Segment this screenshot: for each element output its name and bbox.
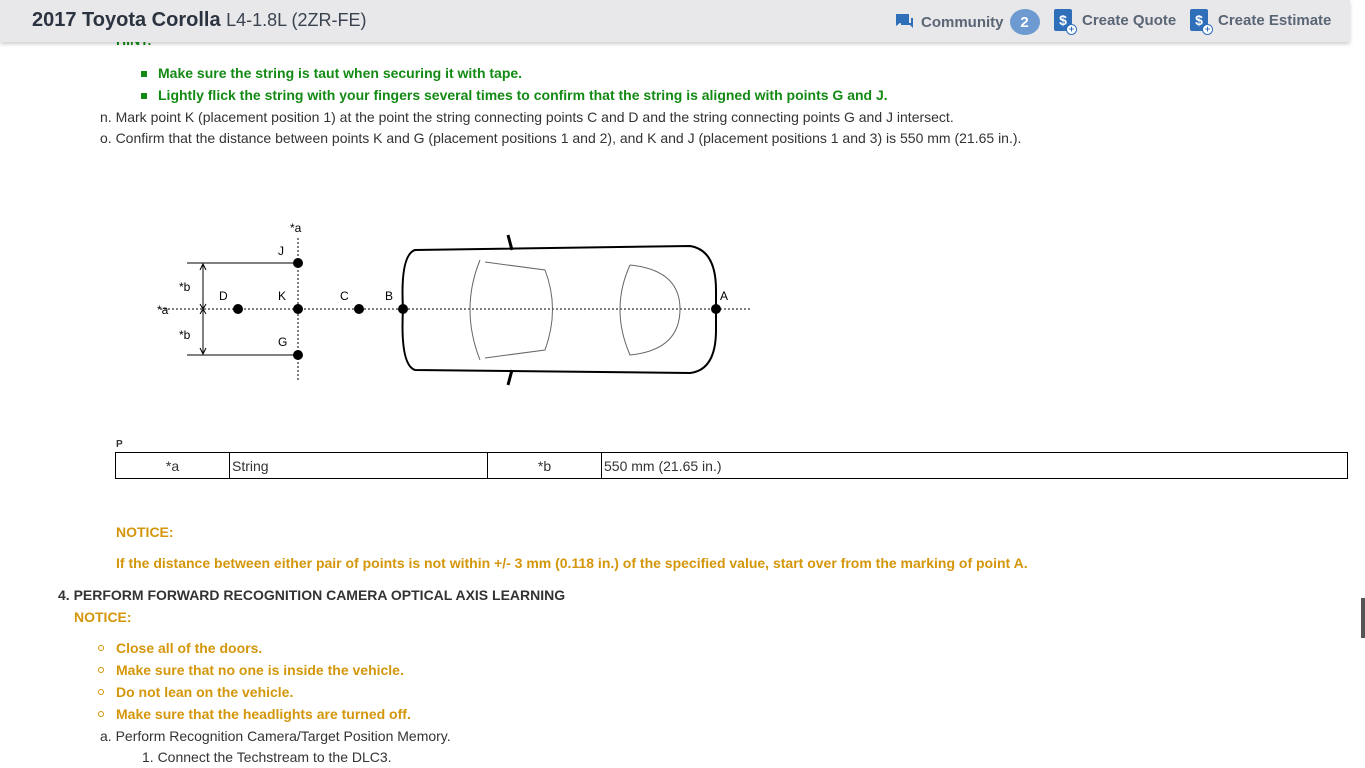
scrollbar-thumb[interactable] <box>1361 598 1365 638</box>
notice-item: Do not lean on the vehicle. <box>116 684 294 700</box>
hint-item: Make sure the string is taut when securi… <box>158 65 523 81</box>
create-estimate-button[interactable]: $ + Create Estimate <box>1190 9 1332 35</box>
page-title: 2017 Toyota Corolla L4-1.8L (2ZR-FE) <box>32 9 367 32</box>
table-cell: 550 mm (21.65 in.) <box>601 452 1348 479</box>
diagram-marker: P <box>116 439 123 450</box>
engine-subtitle: L4-1.8L (2ZR-FE) <box>226 10 367 30</box>
table-cell: *b <box>487 452 602 479</box>
notice-label: NOTICE: <box>116 524 174 540</box>
step-1: 1. Connect the Techstream to the DLC3. <box>142 749 392 765</box>
section-4-title: 4. PERFORM FORWARD RECOGNITION CAMERA OP… <box>58 587 566 603</box>
bullet-icon <box>98 645 104 651</box>
chat-icon <box>896 14 913 28</box>
section-4-notice-label: NOTICE: <box>74 609 132 625</box>
community-button[interactable]: Community 2 <box>895 9 1040 35</box>
label-b-bottom: *b <box>179 328 191 342</box>
hint-item: Lightly flick the string with your finge… <box>158 87 888 103</box>
notice-text: If the distance between either pair of p… <box>116 555 1028 571</box>
bullet-icon <box>141 93 147 99</box>
bullet-icon <box>141 71 147 77</box>
step-n: n. Mark point K (placement position 1) a… <box>100 109 954 125</box>
create-quote-label: Create Quote <box>1082 11 1177 29</box>
vehicle-outline <box>401 234 717 386</box>
community-count-badge: 2 <box>1009 9 1040 35</box>
label-j: J <box>278 244 284 258</box>
quote-document-icon: $ + <box>1054 9 1077 35</box>
notice-item: Make sure that no one is inside the vehi… <box>116 662 404 678</box>
label-b: B <box>385 289 393 303</box>
community-label: Community <box>921 13 1004 31</box>
label-g: G <box>278 335 287 349</box>
string-placement-diagram: *a J K G *b *b *a D C B A <box>157 221 750 386</box>
bullet-icon <box>98 689 104 695</box>
table-row: *a String *b 550 mm (21.65 in.) <box>115 452 1348 479</box>
table-cell: String <box>229 452 488 479</box>
step-a: a. Perform Recognition Camera/Target Pos… <box>100 728 451 744</box>
notice-item: Close all of the doors. <box>116 640 263 656</box>
create-estimate-label: Create Estimate <box>1218 11 1332 29</box>
label-a-left: *a <box>157 303 169 317</box>
bullet-icon <box>98 667 104 673</box>
legend-table: *a String *b 550 mm (21.65 in.) <box>115 452 1348 479</box>
top-header: 2017 Toyota Corolla L4-1.8L (2ZR-FE) Com… <box>0 0 1350 42</box>
create-quote-button[interactable]: $ + Create Quote <box>1054 9 1177 35</box>
estimate-document-icon: $ + <box>1190 9 1213 35</box>
label-a-top: *a <box>290 221 302 235</box>
label-a: A <box>720 289 728 303</box>
label-d: D <box>219 289 228 303</box>
label-b-top: *b <box>179 280 191 294</box>
table-cell: *a <box>115 452 230 479</box>
notice-item: Make sure that the headlights are turned… <box>116 706 411 722</box>
vehicle-name: 2017 Toyota Corolla <box>32 9 221 31</box>
step-o: o. Confirm that the distance between poi… <box>100 130 1022 146</box>
label-k: K <box>278 289 286 303</box>
label-c: C <box>340 289 349 303</box>
bullet-icon <box>98 711 104 717</box>
